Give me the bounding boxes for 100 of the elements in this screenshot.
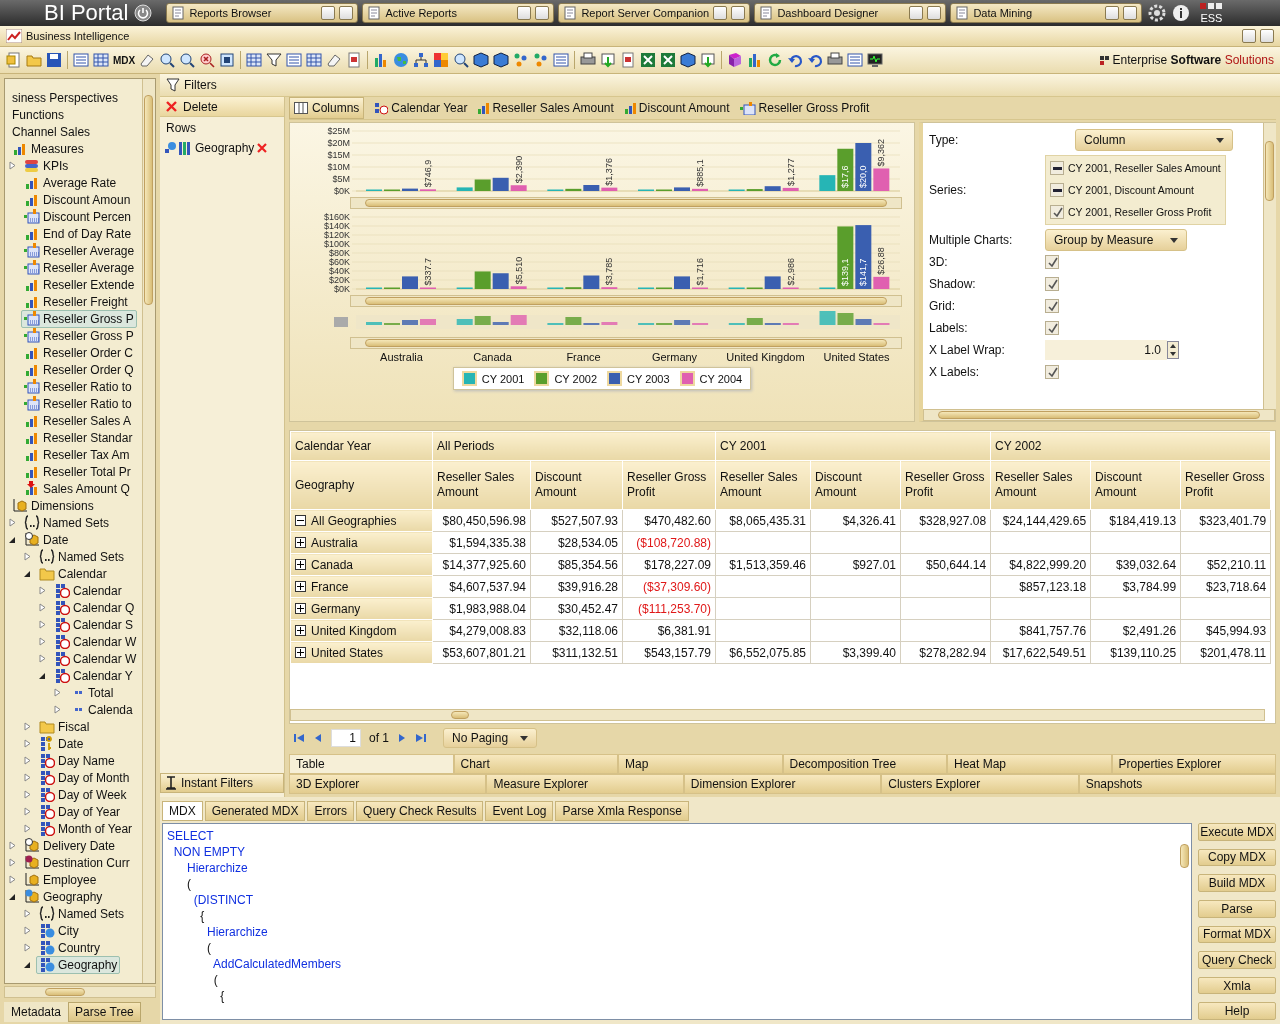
horizontal-scrollbar[interactable] [350, 197, 902, 209]
zoom-cancel-icon[interactable] [199, 52, 216, 68]
next-page-icon[interactable] [397, 732, 407, 744]
horizontal-scrollbar[interactable] [350, 337, 902, 349]
horizontal-scrollbar[interactable] [290, 709, 1265, 721]
checkbox[interactable] [1045, 365, 1059, 379]
tree-item[interactable]: Channel Sales [9, 122, 94, 141]
expander-button[interactable] [295, 515, 306, 526]
minimize-button[interactable] [731, 6, 746, 20]
tree-item[interactable]: Calendar [36, 564, 110, 583]
tree-item[interactable]: Destination Curr [21, 853, 133, 872]
checkbox[interactable] [1045, 255, 1059, 269]
tree-item[interactable]: Reseller Freight [21, 292, 131, 311]
tree-item[interactable]: Day of Month [36, 768, 133, 787]
expander-icon[interactable] [9, 535, 17, 544]
tree-item[interactable]: Reseller Total Pr [21, 462, 134, 481]
column-header[interactable]: Reseller Gross Profit [622, 460, 716, 510]
horizontal-scrollbar[interactable] [4, 986, 156, 998]
save-icon[interactable] [46, 52, 62, 68]
tree-item[interactable]: Reseller Average [21, 258, 138, 277]
editor-tab[interactable]: Parse Xmla Response [555, 801, 689, 821]
tree-item[interactable]: Reseller Tax Am [21, 445, 133, 464]
minimize-button[interactable] [927, 6, 942, 20]
excel-icon[interactable] [640, 52, 657, 68]
tree-item[interactable]: Measures [9, 139, 87, 158]
last-page-icon[interactable] [415, 732, 427, 744]
multiple-charts-dropdown[interactable]: Group by Measure [1045, 229, 1187, 251]
tree-item[interactable]: Reseller Order Q [21, 360, 137, 379]
tree-item[interactable]: Reseller Extende [21, 275, 138, 294]
column-field[interactable]: Reseller Gross Profit [739, 101, 870, 115]
tree-item[interactable]: Calendar W [51, 632, 140, 651]
minimize-button[interactable] [1260, 29, 1274, 43]
tree-item[interactable]: Reseller Ratio to [21, 377, 135, 396]
tree-item[interactable]: Reseller Sales A [21, 411, 135, 430]
tree-item[interactable]: Day Name [36, 751, 118, 770]
refresh-icon[interactable] [767, 52, 784, 68]
vertical-scrollbar[interactable] [1263, 123, 1276, 409]
app-tab[interactable]: Data Mining [950, 3, 1143, 23]
delete-button[interactable]: Delete [160, 97, 284, 117]
tree-item[interactable]: Calenda [66, 700, 136, 719]
fit-icon[interactable] [219, 52, 236, 68]
book-icon[interactable] [727, 52, 744, 68]
column-header[interactable]: CY 2001 [715, 431, 991, 461]
tree-item[interactable]: Discount Percen [21, 207, 135, 226]
column-header[interactable]: Reseller Sales Amount [990, 460, 1091, 510]
view-tab[interactable]: Properties Explorer [1111, 754, 1276, 774]
column-field[interactable]: Calendar Year [374, 101, 468, 115]
pin-button[interactable] [1105, 6, 1120, 20]
checkbox[interactable] [1050, 205, 1064, 219]
tree-item[interactable]: Named Sets [21, 513, 113, 532]
view-tab[interactable]: 3D Explorer [289, 774, 487, 794]
expander-icon[interactable] [24, 960, 32, 969]
tree-item[interactable]: Date [36, 734, 87, 753]
column-header[interactable]: Discount Amount [1090, 460, 1181, 510]
column-header[interactable]: Reseller Gross Profit [900, 460, 991, 510]
column-header[interactable]: Discount Amount [810, 460, 901, 510]
expander-button[interactable] [295, 581, 306, 592]
monitor-icon[interactable] [867, 52, 884, 68]
tree-item[interactable]: Calendar Q [51, 598, 138, 617]
column-header[interactable]: All Periods [432, 431, 716, 461]
tree-item[interactable]: Average Rate [21, 173, 120, 192]
tree-item[interactable]: Sales Amount Q [21, 479, 133, 498]
view-tab[interactable]: Snapshots [1078, 774, 1277, 794]
expander-icon[interactable] [9, 892, 17, 901]
tree-item[interactable]: Calendar Y [51, 666, 136, 685]
tree-item[interactable]: Delivery Date [21, 836, 119, 855]
action-button[interactable]: Build MDX [1198, 874, 1276, 892]
view-tab[interactable]: Dimension Explorer [683, 774, 882, 794]
checkbox[interactable] [1045, 277, 1059, 291]
tree-item[interactable]: Calendar S [51, 615, 137, 634]
minimize-button[interactable] [1123, 6, 1138, 20]
tree-item[interactable]: Functions [9, 105, 68, 124]
row-field[interactable]: Geography [195, 141, 255, 155]
tree-item[interactable]: Reseller Ratio to [21, 394, 135, 413]
column-header[interactable]: CY 2002 [990, 431, 1271, 461]
tree-item[interactable]: Named Sets [36, 547, 128, 566]
tree-item[interactable]: Dimensions [9, 496, 97, 515]
mdx-button[interactable]: MDX [113, 54, 136, 66]
editor-tab[interactable]: Event Log [485, 801, 554, 821]
tree-item[interactable]: City [36, 921, 82, 940]
editor-tab[interactable]: MDX [162, 801, 203, 821]
table-icon[interactable] [306, 52, 323, 68]
paging-dropdown[interactable]: No Paging [443, 728, 537, 748]
tree-item[interactable]: Fiscal [36, 717, 93, 736]
expander-button[interactable] [295, 559, 306, 570]
column-header[interactable]: Discount Amount [530, 460, 623, 510]
tree-item[interactable]: siness Perspectives [9, 88, 122, 107]
instant-filters-button[interactable]: Instant Filters [160, 773, 284, 793]
horizontal-scrollbar[interactable] [350, 295, 902, 307]
tree-item[interactable]: KPIs [21, 156, 72, 175]
app-tab[interactable]: Active Reports [362, 3, 555, 23]
tree-item[interactable]: Month of Year [36, 819, 136, 838]
expander-button[interactable] [295, 537, 306, 548]
app-tab[interactable]: Dashboard Designer [754, 3, 947, 23]
editor-tab[interactable]: Generated MDX [204, 801, 306, 821]
tree-item[interactable]: Reseller Average [21, 241, 138, 260]
export-icon[interactable] [600, 52, 617, 68]
tree-item[interactable]: Reseller Gross P [21, 326, 137, 345]
tree-item[interactable]: Reseller Standar [21, 428, 136, 447]
first-page-icon[interactable] [293, 732, 305, 744]
